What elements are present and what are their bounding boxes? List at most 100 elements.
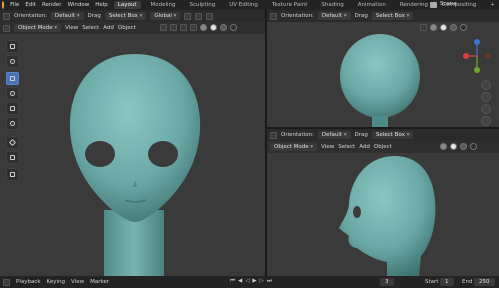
head-model-side[interactable] [335, 152, 445, 276]
move-icon [10, 76, 15, 81]
add-cube-tool[interactable] [6, 168, 19, 181]
workspace-tab-shading[interactable]: Shading [317, 1, 347, 9]
menu-view[interactable]: View [71, 279, 84, 285]
select-box-icon [10, 44, 15, 49]
visibility-icon[interactable] [160, 24, 167, 31]
wireframe-shading-icon[interactable] [200, 24, 207, 31]
scale-tool[interactable] [6, 102, 19, 115]
workspace-tab-animation[interactable]: Animation [354, 1, 390, 9]
scene-name[interactable]: Scene [440, 1, 457, 7]
orientation-dropdown[interactable]: Default [317, 131, 351, 139]
menu-keying[interactable]: Keying [47, 279, 65, 285]
overlay-icon[interactable] [180, 24, 187, 31]
jump-end-icon[interactable]: ⏭ [267, 278, 272, 285]
head-model-back[interactable] [335, 32, 425, 127]
drag-dropdown[interactable]: Select Box [104, 12, 147, 20]
tool-settings-icon[interactable] [270, 131, 277, 139]
overlay-icon[interactable] [420, 24, 427, 31]
rendered-shading-icon[interactable] [230, 24, 237, 31]
wireframe-shading-icon[interactable] [430, 24, 437, 31]
workspace-tab-rendering[interactable]: Rendering [396, 1, 432, 9]
material-shading-icon[interactable] [220, 24, 227, 31]
play-reverse-icon[interactable]: ◁ [245, 278, 249, 285]
grid-icon[interactable] [481, 116, 491, 126]
start-frame-field[interactable]: 1 [440, 278, 454, 286]
drag-dropdown[interactable]: Select Box [371, 12, 414, 20]
solid-shading-icon[interactable] [450, 143, 457, 150]
editor-type-icon[interactable] [3, 24, 10, 32]
menu-add[interactable]: Add [103, 25, 114, 31]
snap-icon[interactable] [195, 12, 203, 20]
prev-keyframe-icon[interactable]: ◀ [238, 278, 242, 285]
orientation-label: Orientation: [281, 132, 314, 138]
annotate-tool[interactable] [6, 136, 19, 149]
rendered-shading-icon[interactable] [470, 143, 477, 150]
move-tool[interactable] [6, 72, 19, 85]
rotate-tool[interactable] [6, 87, 19, 100]
workspace-tab-layout[interactable]: Layout [113, 1, 141, 9]
menu-edit[interactable]: Edit [25, 2, 36, 8]
wireframe-shading-icon[interactable] [440, 143, 447, 150]
add-workspace-button[interactable]: + [486, 1, 499, 9]
menu-select[interactable]: Select [338, 144, 355, 150]
transform-tool[interactable] [6, 117, 19, 130]
xray-icon[interactable] [190, 24, 197, 31]
tool-settings-icon[interactable] [3, 12, 10, 20]
head-model-front[interactable] [60, 50, 210, 276]
current-frame-field[interactable]: 3 [380, 278, 394, 286]
menu-playback[interactable]: Playback [16, 279, 41, 285]
right-bottom-shading-controls [440, 143, 477, 150]
workspace-tab-modeling[interactable]: Modeling [147, 1, 180, 9]
end-frame-field[interactable]: 250 [474, 278, 495, 286]
menu-object[interactable]: Object [118, 25, 136, 31]
measure-tool[interactable] [6, 151, 19, 164]
mode-dropdown[interactable]: Object Mode [14, 24, 62, 32]
cursor-tool[interactable] [6, 55, 19, 68]
rendered-shading-icon[interactable] [460, 24, 467, 31]
material-shading-icon[interactable] [450, 24, 457, 31]
menu-render[interactable]: Render [42, 2, 62, 8]
drag-dropdown[interactable]: Select Box [371, 131, 414, 139]
zoom-icon[interactable] [481, 80, 491, 90]
solid-shading-icon[interactable] [440, 24, 447, 31]
gizmo-icon[interactable] [170, 24, 177, 31]
workspace-tab-texture-paint[interactable]: Texture Paint [268, 1, 312, 9]
select-box-tool[interactable] [6, 40, 19, 53]
pivot-icon[interactable] [184, 12, 192, 20]
mode-dropdown[interactable]: Object Mode [270, 143, 318, 151]
orientation-dropdown[interactable]: Default [317, 12, 351, 20]
menu-select[interactable]: Select [82, 25, 99, 31]
next-keyframe-icon[interactable]: ▷ [260, 278, 264, 285]
tool-settings-icon[interactable] [270, 12, 277, 20]
menu-window[interactable]: Window [68, 2, 90, 8]
editor-type-icon[interactable] [3, 278, 10, 286]
blender-logo-icon[interactable] [2, 1, 5, 9]
menu-add[interactable]: Add [359, 144, 370, 150]
material-shading-icon[interactable] [460, 143, 467, 150]
menu-object[interactable]: Object [374, 144, 392, 150]
menu-view[interactable]: View [321, 144, 334, 150]
top-menu-bar: File Edit Render Window Help Layout Mode… [0, 0, 499, 10]
right-top-tool-header: Orientation: Default Drag Select Box [267, 10, 499, 22]
workspace-tab-sculpting[interactable]: Sculpting [186, 1, 220, 9]
add-cube-icon [10, 172, 15, 177]
drag-label: Drag [354, 132, 368, 138]
jump-start-icon[interactable]: ⏮ [230, 278, 235, 285]
menu-help[interactable]: Help [95, 2, 108, 8]
camera-icon[interactable] [481, 104, 491, 114]
navigation-gizmo[interactable] [462, 38, 492, 76]
workspace-tab-uv-editing[interactable]: UV Editing [225, 1, 262, 9]
menu-marker[interactable]: Marker [90, 279, 109, 285]
drag-label: Drag [87, 13, 101, 19]
menu-view[interactable]: View [65, 25, 78, 31]
hand-pan-icon[interactable] [481, 92, 491, 102]
proportional-edit-icon[interactable] [206, 12, 214, 20]
solid-shading-icon[interactable] [210, 24, 217, 31]
orientation-label: Orientation: [14, 13, 47, 19]
orientation-dropdown[interactable]: Default [50, 12, 84, 20]
scene-icon [430, 2, 437, 8]
rotate-icon [10, 91, 15, 96]
transform-orientation-dropdown[interactable]: Global [150, 12, 181, 20]
menu-file[interactable]: File [10, 2, 19, 8]
play-icon[interactable]: ▶ [252, 278, 256, 285]
